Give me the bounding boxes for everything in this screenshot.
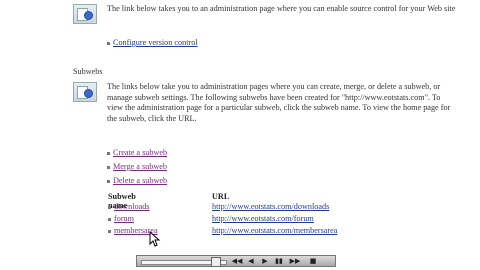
play-button[interactable]: ▶ xyxy=(259,257,271,266)
url-header: URL xyxy=(212,192,230,201)
table-row: forum xyxy=(108,214,134,223)
bullet xyxy=(107,179,110,183)
subweb-url-link[interactable]: http://www.eotstats.com/forum xyxy=(212,214,314,223)
bullet xyxy=(107,151,110,155)
subweb-url-link[interactable]: http://www.eotstats.com/downloads xyxy=(212,202,329,211)
subweb-name-link[interactable]: downloads xyxy=(114,202,149,211)
media-player-bar: ◀◀ ◀ ▶ ▮▮ ▶▶ ■ xyxy=(136,255,336,267)
bullet xyxy=(107,165,110,169)
bullet xyxy=(107,41,110,45)
bullet xyxy=(108,229,111,233)
configure-version-control-item[interactable]: Configure version control xyxy=(107,37,198,48)
table-row-url: http://www.eotstats.com/membersarea xyxy=(212,226,337,235)
delete-subweb-item[interactable]: Delete a subweb xyxy=(107,175,167,186)
merge-subweb-item[interactable]: Merge a subweb xyxy=(107,161,167,172)
admin-page: The link below takes you to an administr… xyxy=(0,0,480,270)
table-row-url: http://www.eotstats.com/forum xyxy=(212,214,314,223)
version-control-description: The link below takes you to an administr… xyxy=(107,4,456,13)
table-row-url: http://www.eotstats.com/downloads xyxy=(212,202,329,211)
create-subweb-link[interactable]: Create a subweb xyxy=(113,148,167,157)
subwebs-heading: Subwebs xyxy=(73,67,103,76)
configure-version-control-link[interactable]: Configure version control xyxy=(113,38,198,47)
settings-page-icon xyxy=(73,4,97,24)
step-back-button[interactable]: ◀ xyxy=(245,257,257,266)
subweb-name-link[interactable]: forum xyxy=(114,214,134,223)
fast-forward-button[interactable]: ▶▶ xyxy=(289,257,301,266)
mouse-pointer-icon xyxy=(149,231,161,247)
table-row: downloads xyxy=(108,202,149,211)
merge-subweb-link[interactable]: Merge a subweb xyxy=(113,162,167,171)
delete-subweb-link[interactable]: Delete a subweb xyxy=(113,176,167,185)
rewind-button[interactable]: ◀◀ xyxy=(231,257,243,266)
stop-button[interactable]: ■ xyxy=(307,257,319,266)
subwebs-description: The links below take you to administrati… xyxy=(107,82,451,123)
pause-button[interactable]: ▮▮ xyxy=(273,257,285,266)
bullet xyxy=(108,217,111,221)
bullet xyxy=(108,205,111,209)
seek-thumb[interactable] xyxy=(211,257,221,267)
create-subweb-item[interactable]: Create a subweb xyxy=(107,147,167,158)
subweb-page-icon xyxy=(73,82,97,102)
subweb-url-link[interactable]: http://www.eotstats.com/membersarea xyxy=(212,226,337,235)
